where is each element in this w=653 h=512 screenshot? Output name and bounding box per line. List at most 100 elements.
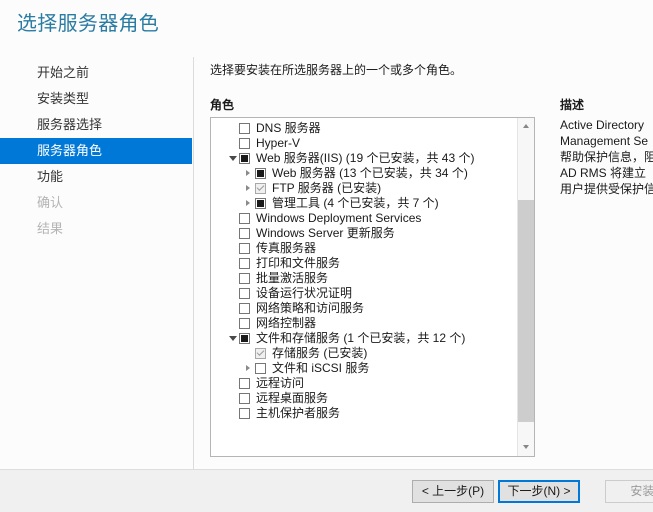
install-button: 安装(I [605, 480, 653, 503]
description-body: Active Directory Management Se 帮助保护信息，阻 … [560, 117, 653, 197]
expander-placeholder-icon [227, 391, 239, 406]
page-title: 选择服务器角色 [17, 13, 160, 35]
expander-placeholder-icon [227, 121, 239, 136]
role-checkbox[interactable] [239, 333, 250, 344]
role-label: 管理工具 (4 个已安装，共 7 个) [272, 196, 439, 210]
description-line: Management Se [560, 134, 649, 148]
role-checkbox[interactable] [255, 198, 266, 209]
expander-collapse-icon[interactable] [227, 331, 239, 346]
description-line: Active Directory [560, 118, 645, 132]
scroll-up-icon[interactable] [518, 118, 534, 135]
role-list-item[interactable]: 文件和存储服务 (1 个已安装，共 12 个) [211, 331, 517, 346]
sidebar-item-results: 结果 [37, 221, 64, 236]
role-list-item[interactable]: DNS 服务器 [211, 121, 517, 136]
role-list-item[interactable]: Web 服务器(IIS) (19 个已安装，共 43 个) [211, 151, 517, 166]
role-checkbox[interactable] [239, 138, 250, 149]
role-label: 远程访问 [256, 376, 305, 390]
role-checkbox[interactable] [239, 303, 250, 314]
expander-placeholder-icon [227, 136, 239, 151]
role-list-item[interactable]: 远程桌面服务 [211, 391, 517, 406]
role-list-item[interactable]: 网络控制器 [211, 316, 517, 331]
role-checkbox[interactable] [239, 123, 250, 134]
expander-placeholder-icon [227, 316, 239, 331]
sidebar-item-confirmation: 确认 [37, 195, 64, 210]
roles-heading: 角色 [210, 98, 235, 112]
expander-placeholder-icon [227, 241, 239, 256]
expander-placeholder-icon [227, 376, 239, 391]
role-list-item[interactable]: 设备运行状况证明 [211, 286, 517, 301]
sidebar-item-server-selection[interactable]: 服务器选择 [0, 112, 192, 138]
expander-collapse-icon[interactable] [227, 151, 239, 166]
role-checkbox[interactable] [239, 288, 250, 299]
sidebar-item-before-you-begin[interactable]: 开始之前 [0, 60, 192, 86]
expander-expand-icon[interactable] [243, 181, 255, 196]
role-label: 打印和文件服务 [256, 256, 341, 270]
role-list-item[interactable]: 打印和文件服务 [211, 256, 517, 271]
role-list-item[interactable]: 传真服务器 [211, 241, 517, 256]
scroll-down-icon[interactable] [518, 439, 534, 456]
role-label: 批量激活服务 [256, 271, 329, 285]
expander-placeholder-icon [227, 301, 239, 316]
role-list-item[interactable]: 存储服务 (已安装) [211, 346, 517, 361]
role-label: 传真服务器 [256, 241, 317, 255]
expander-placeholder-icon [227, 226, 239, 241]
role-label: Windows Server 更新服务 [256, 226, 395, 240]
role-label: 主机保护者服务 [256, 406, 341, 420]
previous-button[interactable]: < 上一步(P) [412, 480, 494, 503]
role-checkbox[interactable] [239, 228, 250, 239]
role-label: 网络策略和访问服务 [256, 301, 365, 315]
description-heading: 描述 [560, 98, 585, 112]
nav-divider [193, 57, 194, 469]
role-list-item[interactable]: Windows Server 更新服务 [211, 226, 517, 241]
role-list-item[interactable]: 文件和 iSCSI 服务 [211, 361, 517, 376]
role-list-item[interactable]: Hyper-V [211, 136, 517, 151]
role-label: 设备运行状况证明 [256, 286, 353, 300]
role-label: 远程桌面服务 [256, 391, 329, 405]
role-label: DNS 服务器 [256, 121, 321, 135]
role-list-item[interactable]: 远程访问 [211, 376, 517, 391]
role-checkbox[interactable] [239, 213, 250, 224]
expander-expand-icon[interactable] [243, 196, 255, 211]
role-checkbox[interactable] [255, 363, 266, 374]
role-checkbox[interactable] [239, 153, 250, 164]
role-checkbox[interactable] [239, 393, 250, 404]
role-checkbox[interactable] [239, 243, 250, 254]
description-line: AD RMS 将建立 [560, 166, 647, 180]
expander-placeholder-icon [227, 211, 239, 226]
sidebar-item-server-roles[interactable]: 服务器角色 [0, 138, 192, 164]
role-checkbox[interactable] [239, 273, 250, 284]
role-checkbox[interactable] [255, 168, 266, 179]
role-list-item[interactable]: 主机保护者服务 [211, 406, 517, 421]
expander-placeholder-icon [227, 286, 239, 301]
role-checkbox[interactable] [239, 318, 250, 329]
role-checkbox[interactable] [239, 258, 250, 269]
sidebar-item-installation-type[interactable]: 安装类型 [0, 86, 192, 112]
content-pane: 选择要安装在所选服务器上的一个或多个角色。 角色 描述 Active Direc… [210, 62, 653, 462]
expander-placeholder-icon [227, 271, 239, 286]
role-list-item[interactable]: 网络策略和访问服务 [211, 301, 517, 316]
expander-placeholder-icon [227, 406, 239, 421]
role-list-item[interactable]: Windows Deployment Services [211, 211, 517, 226]
scrollbar-thumb[interactable] [518, 200, 534, 422]
role-label: Web 服务器(IIS) (19 个已安装，共 43 个) [256, 151, 475, 165]
role-checkbox[interactable] [239, 408, 250, 419]
next-button[interactable]: 下一步(N) > [498, 480, 580, 503]
expander-expand-icon[interactable] [243, 166, 255, 181]
expander-expand-icon[interactable] [243, 361, 255, 376]
roles-list[interactable]: DNS 服务器 Hyper-V Web 服务器(IIS) (19 个已安装，共 43… [211, 121, 517, 455]
role-list-item[interactable]: Web 服务器 (13 个已安装，共 34 个) [211, 166, 517, 181]
role-label: Web 服务器 (13 个已安装，共 34 个) [272, 166, 468, 180]
expander-placeholder-icon [243, 346, 255, 361]
role-list-item[interactable]: 管理工具 (4 个已安装，共 7 个) [211, 196, 517, 211]
role-label: 文件和 iSCSI 服务 [272, 361, 370, 375]
sidebar-item-features[interactable]: 功能 [0, 164, 192, 190]
description-line: 帮助保护信息，阻 [560, 150, 653, 164]
instruction-text: 选择要安装在所选服务器上的一个或多个角色。 [210, 63, 463, 77]
role-checkbox [255, 183, 266, 194]
roles-scrollbar[interactable] [517, 118, 534, 456]
role-list-item[interactable]: 批量激活服务 [211, 271, 517, 286]
role-checkbox[interactable] [239, 378, 250, 389]
role-list-item[interactable]: FTP 服务器 (已安装) [211, 181, 517, 196]
role-label: FTP 服务器 (已安装) [272, 181, 382, 195]
roles-listbox[interactable]: DNS 服务器 Hyper-V Web 服务器(IIS) (19 个已安装，共 43… [210, 117, 535, 457]
